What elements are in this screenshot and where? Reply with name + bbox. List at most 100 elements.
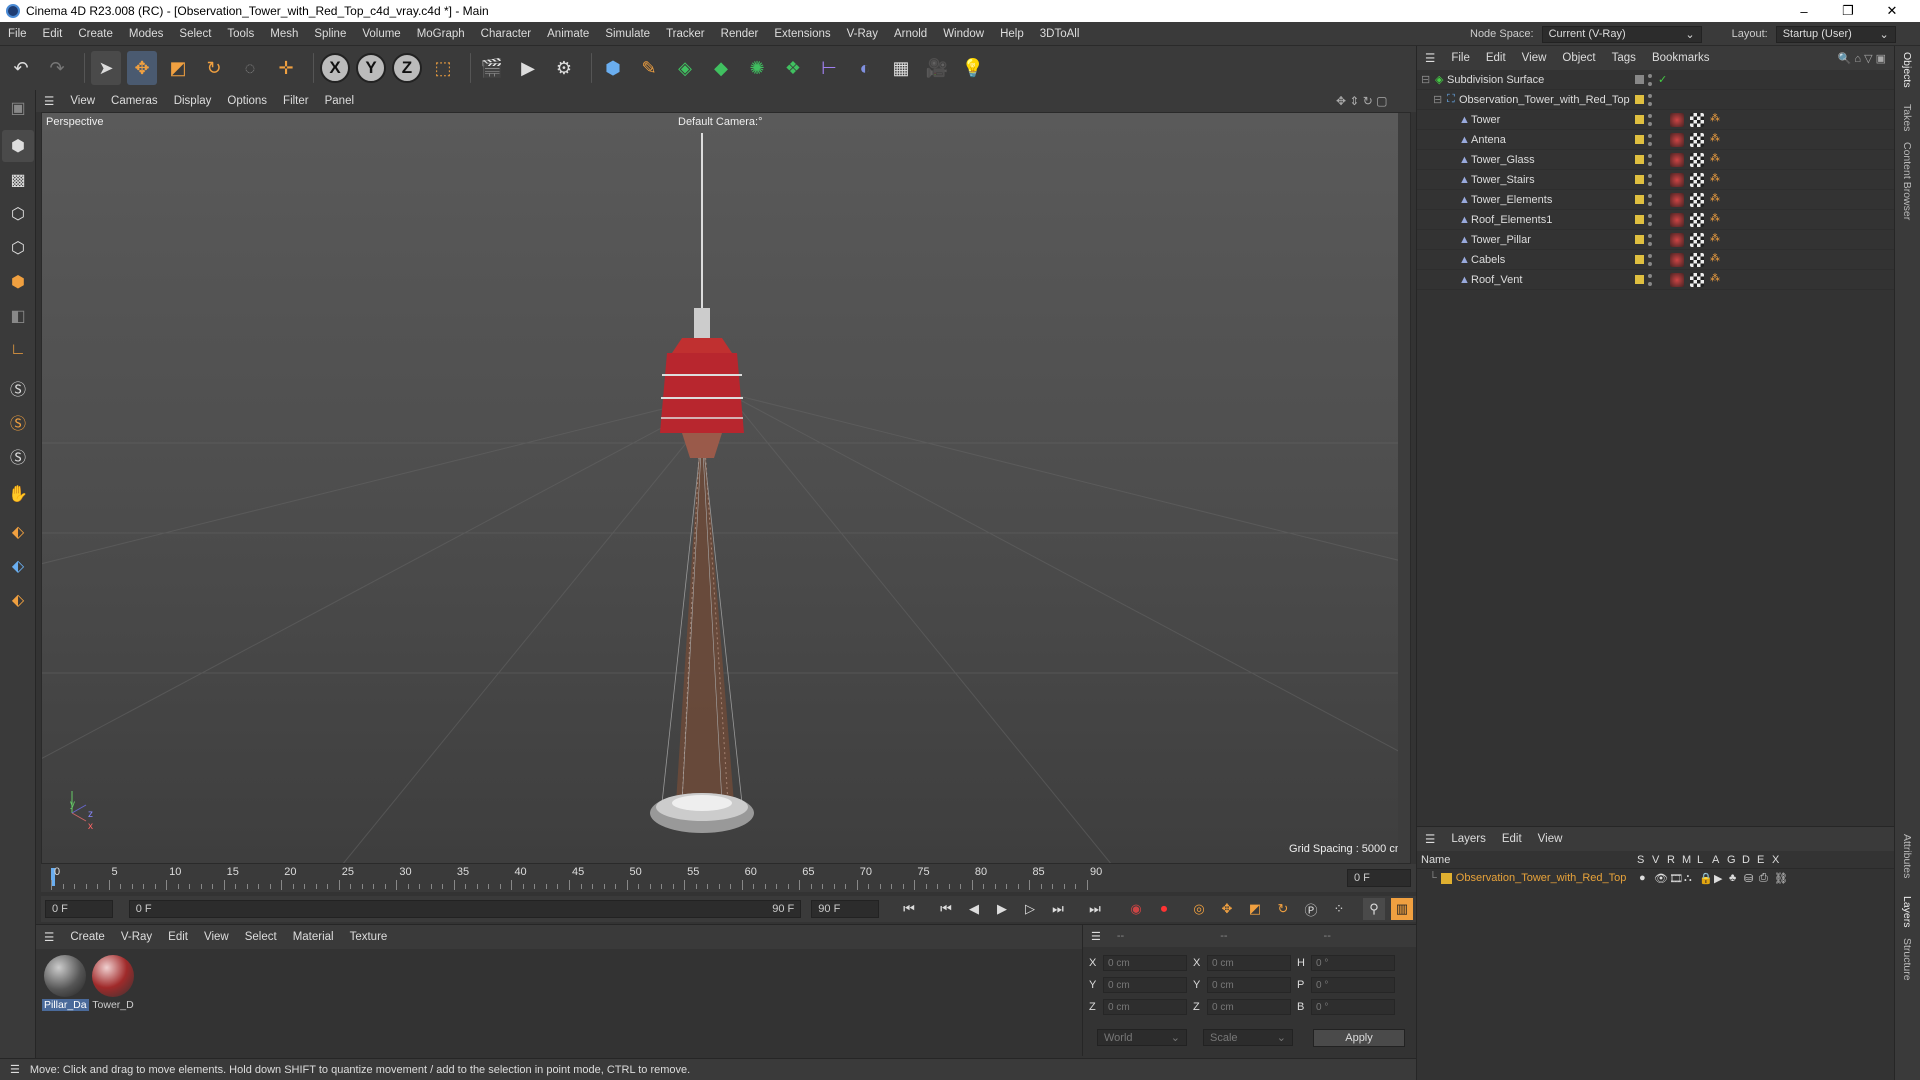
material-tag-icon[interactable] <box>1670 132 1684 147</box>
layer-color-swatch[interactable] <box>1635 135 1644 144</box>
menu-3dtoall[interactable]: 3DToAll <box>1032 28 1088 40</box>
rotate-tool-icon[interactable]: ↻ <box>199 51 229 85</box>
render-flag-icon[interactable]: 🎞 <box>1669 872 1684 885</box>
light-icon[interactable]: 💡 <box>958 51 988 85</box>
layer-row[interactable]: └ Observation_Tower_with_Red_Top ● 👁 🎞 ⛬… <box>1417 869 1894 887</box>
uvw-tag-icon[interactable]: ⁂ <box>1710 113 1724 127</box>
camera-icon[interactable]: 🎥 <box>922 51 952 85</box>
animation-flag-icon[interactable]: ▶ <box>1714 872 1729 885</box>
material-menu-view[interactable]: View <box>196 931 237 943</box>
key-rotation-icon[interactable]: ↻ <box>1272 898 1294 920</box>
tab-content-browser[interactable]: Content Browser <box>1901 142 1913 220</box>
coords-hamburger-icon[interactable]: ☰ <box>1083 930 1109 943</box>
previous-frame-icon[interactable]: ◀ <box>963 898 985 920</box>
object-row[interactable]: ▲ Roof_Elements1 ⁂ <box>1417 210 1895 230</box>
layer-color-swatch[interactable] <box>1635 175 1644 184</box>
object-row[interactable]: ▲ Antena ⁂ <box>1417 130 1895 150</box>
tab-attributes[interactable]: Attributes <box>1901 834 1913 878</box>
record-keys-icon[interactable]: ◉ <box>1125 898 1147 920</box>
layer-menu-view[interactable]: View <box>1530 833 1571 845</box>
tab-structure[interactable]: Structure <box>1901 938 1913 981</box>
field-icon[interactable]: ◐ <box>850 51 880 85</box>
x-axis-lock-button[interactable]: X <box>320 51 350 85</box>
axis-mode-icon[interactable]: ∟ <box>2 334 34 366</box>
menu-select[interactable]: Select <box>171 28 219 40</box>
texture-tag-icon[interactable] <box>1690 192 1704 207</box>
object-search-icon[interactable]: 🔍 ⌂ ▽ ▣ <box>1838 52 1886 65</box>
object-menu-object[interactable]: Object <box>1554 52 1603 64</box>
key-scale-icon[interactable]: ◩ <box>1244 898 1266 920</box>
expression-flag-icon[interactable]: ⎙ <box>1759 872 1774 885</box>
menu-spline[interactable]: Spline <box>306 28 354 40</box>
texture-tag-icon[interactable] <box>1690 132 1704 147</box>
menu-v-ray[interactable]: V-Ray <box>839 28 886 40</box>
viewport-menu-view[interactable]: View <box>62 95 103 107</box>
keyframe-selection-icon[interactable]: ◎ <box>1188 898 1210 920</box>
menu-modes[interactable]: Modes <box>121 28 172 40</box>
layer-flag-icons[interactable]: ● 👁 🎞 ⛬ 🔒 ▶ ♣ ⛁ ⎙ ⛓ <box>1639 872 1789 885</box>
menu-extensions[interactable]: Extensions <box>766 28 838 40</box>
viewport-menu-display[interactable]: Display <box>166 95 220 107</box>
pen-spline-icon[interactable]: ✎ <box>634 51 664 85</box>
uvw-tag-icon[interactable]: ⁂ <box>1710 133 1724 147</box>
tree-expand-icon[interactable]: ⊟ <box>1421 73 1430 86</box>
texture-tag-icon[interactable] <box>1690 172 1704 187</box>
menu-mesh[interactable]: Mesh <box>262 28 306 40</box>
undo-icon[interactable]: ↶ <box>6 51 36 85</box>
texture-tag-icon[interactable] <box>1690 112 1704 127</box>
object-row[interactable]: ▲ Tower_Pillar ⁂ <box>1417 230 1895 250</box>
previous-key-icon[interactable]: ⏮ <box>935 898 957 920</box>
workplane-snap-icon[interactable]: Ⓢ <box>2 440 34 472</box>
make-editable-icon[interactable]: ▣ <box>2 92 34 124</box>
coordinate-system-icon[interactable]: ⬚ <box>428 51 458 85</box>
object-row[interactable]: ▲ Tower_Glass ⁂ <box>1417 150 1895 170</box>
select-tool-icon[interactable]: ➤ <box>91 51 121 85</box>
cloner-icon[interactable]: ✺ <box>742 51 772 85</box>
object-row[interactable]: ▲ Roof_Vent ⁂ <box>1417 270 1895 290</box>
visibility-dots-icon[interactable] <box>1648 153 1652 166</box>
layer-menu-edit[interactable]: Edit <box>1494 833 1530 845</box>
move-tool-icon[interactable]: ✥ <box>127 51 157 85</box>
texture-tag-icon[interactable] <box>1690 232 1704 247</box>
coord-mode-dropdown[interactable]: Scale ⌄ <box>1203 1029 1293 1046</box>
menu-edit[interactable]: Edit <box>35 28 71 40</box>
uvw-tag-icon[interactable]: ⁂ <box>1710 153 1724 167</box>
object-hamburger-icon[interactable]: ☰ <box>1417 51 1443 65</box>
object-menu-tags[interactable]: Tags <box>1604 52 1644 64</box>
edge-mode-icon[interactable]: ⬡ <box>2 232 34 264</box>
object-menu-bookmarks[interactable]: Bookmarks <box>1644 52 1718 64</box>
coordinate-value-field[interactable]: 0 cm <box>1207 955 1291 971</box>
menu-window[interactable]: Window <box>935 28 992 40</box>
viewport-menu-filter[interactable]: Filter <box>275 95 317 107</box>
texture-tag-icon[interactable] <box>1690 152 1704 167</box>
layout-dropdown[interactable]: Startup (User) ⌄ <box>1775 25 1896 43</box>
snap-icon[interactable]: Ⓢ <box>2 372 34 404</box>
object-row[interactable]: ▲ Tower_Stairs ⁂ <box>1417 170 1895 190</box>
planar-workplane-icon[interactable]: ⬖ <box>2 584 34 616</box>
uvw-tag-icon[interactable]: ⁂ <box>1710 233 1724 247</box>
menu-file[interactable]: File <box>0 28 35 40</box>
layer-color-swatch[interactable] <box>1635 115 1644 124</box>
visibility-dots-icon[interactable] <box>1648 113 1652 126</box>
viewport-hamburger-icon[interactable]: ☰ <box>36 94 62 108</box>
layer-color-swatch[interactable] <box>1635 195 1644 204</box>
layer-hamburger-icon[interactable]: ☰ <box>1417 832 1443 846</box>
go-to-end-icon[interactable]: ⏭ <box>1084 898 1106 920</box>
menu-create[interactable]: Create <box>70 28 121 40</box>
viewport-menu-panel[interactable]: Panel <box>317 95 362 107</box>
snap-settings-icon[interactable]: Ⓢ <box>2 406 34 438</box>
tab-layers[interactable]: Layers <box>1901 896 1913 928</box>
z-axis-lock-button[interactable]: Z <box>392 51 422 85</box>
tree-expand-icon[interactable]: ⊟ <box>1433 93 1442 106</box>
tweak-mode-icon[interactable]: ✋ <box>2 478 34 510</box>
material-tag-icon[interactable] <box>1670 272 1684 287</box>
maximize-button[interactable]: ❐ <box>1826 0 1870 22</box>
coordinate-value-field[interactable]: 0 ° <box>1311 999 1395 1015</box>
tab-objects[interactable]: Objects <box>1901 52 1913 88</box>
uv-mode-icon[interactable]: ◧ <box>2 300 34 332</box>
auto-keying-icon[interactable]: ⏺ <box>1153 898 1175 920</box>
camera-label[interactable]: Default Camera:° <box>678 116 763 128</box>
material-tag-icon[interactable] <box>1670 112 1684 127</box>
lock-flag-icon[interactable]: 🔒 <box>1699 872 1714 885</box>
next-frame-icon[interactable]: ▷ <box>1019 898 1041 920</box>
